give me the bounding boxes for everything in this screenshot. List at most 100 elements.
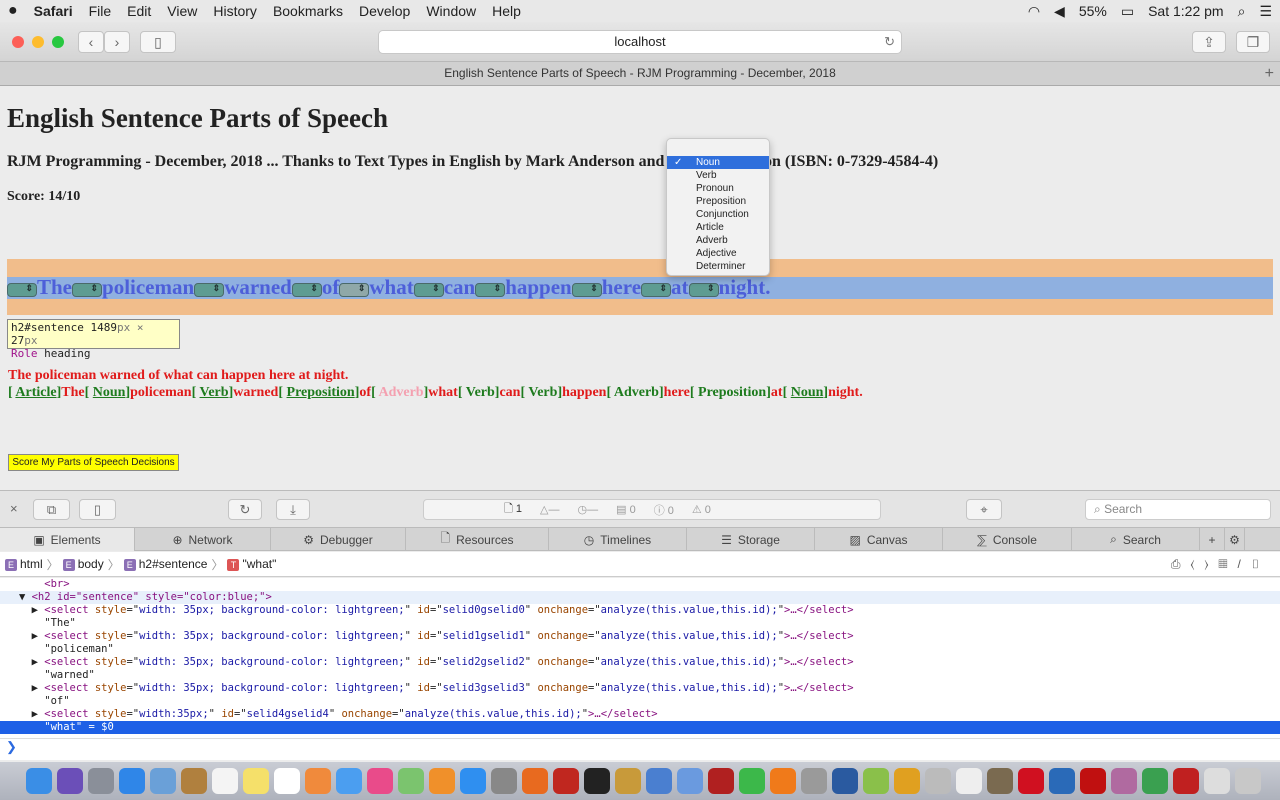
itunes-icon[interactable] <box>367 768 393 794</box>
dom-tree[interactable]: <br> ▼ <h2 id="sentence" style="color:bl… <box>0 578 1280 738</box>
word-select[interactable] <box>641 282 672 297</box>
siri-icon[interactable] <box>57 768 83 794</box>
add-tab-icon[interactable]: + <box>1200 528 1225 551</box>
firefox-icon[interactable] <box>522 768 548 794</box>
word-select[interactable] <box>194 282 225 297</box>
photobooth-icon[interactable] <box>708 768 734 794</box>
share-icon[interactable]: ⇪ <box>1192 31 1226 53</box>
word-select[interactable] <box>413 282 444 297</box>
dom-node[interactable]: "warned" <box>0 669 1280 682</box>
notification-center-icon[interactable]: ☰ <box>1259 3 1272 20</box>
volume-icon[interactable]: ◀ <box>1054 3 1065 20</box>
calendar-icon[interactable] <box>212 768 238 794</box>
word-select[interactable] <box>72 282 103 297</box>
tab-elements[interactable]: ▣ Elements <box>0 528 135 551</box>
dropdown-option[interactable]: Verb <box>667 169 769 182</box>
console-prompt[interactable]: ❯ <box>0 738 1280 760</box>
tab-title[interactable]: English Sentence Parts of Speech - RJM P… <box>444 66 836 80</box>
xcode-icon[interactable] <box>646 768 672 794</box>
new-tab-icon[interactable]: + <box>1265 62 1274 85</box>
tab-console[interactable]: ⅀ Console <box>943 528 1072 551</box>
breadcrumb-item[interactable]: Ehtml <box>5 557 43 571</box>
tabs-overview-icon[interactable]: ❐ <box>1236 31 1270 53</box>
wifi-icon[interactable]: ◠ <box>1028 3 1040 20</box>
close-devtools-icon[interactable]: × <box>10 501 18 516</box>
dom-node[interactable]: ▶ <select style="width:35px;" id="selid4… <box>0 708 1280 721</box>
geogebra-icon[interactable] <box>1111 768 1137 794</box>
word-select[interactable] <box>688 282 719 297</box>
dropdown-option[interactable]: Article <box>667 221 769 234</box>
dom-node[interactable]: <br> <box>0 578 1280 591</box>
acrobat-icon[interactable] <box>1080 768 1106 794</box>
battery-icon[interactable]: ▭ <box>1121 3 1134 20</box>
android-icon[interactable] <box>863 768 889 794</box>
dom-node[interactable]: ▼ <h2 id="sentence" style="color:blue;"> <box>0 591 1280 604</box>
close-window-button[interactable] <box>12 36 24 48</box>
battery-percent[interactable]: 55% <box>1079 3 1107 19</box>
ibooks-icon[interactable] <box>429 768 455 794</box>
devtools-search-input[interactable]: ⌕ Search <box>1085 499 1271 520</box>
reminders-icon[interactable] <box>274 768 300 794</box>
quicktime-icon[interactable] <box>832 768 858 794</box>
menu-file[interactable]: File <box>81 3 120 19</box>
prefs-icon[interactable] <box>491 768 517 794</box>
sidebar-icon[interactable]: ▯ <box>140 31 176 53</box>
gimp-icon[interactable] <box>987 768 1013 794</box>
dom-node[interactable]: "policeman" <box>0 643 1280 656</box>
dropdown-option[interactable]: Pronoun <box>667 182 769 195</box>
dropdown-option[interactable]: Conjunction <box>667 208 769 221</box>
avast-icon[interactable] <box>770 768 796 794</box>
messages-icon[interactable] <box>336 768 362 794</box>
breadcrumb-item[interactable]: T "what" <box>227 557 276 571</box>
part-of-speech-dropdown[interactable]: ✓ Noun Verb Pronoun Preposition Conjunction Ar… <box>666 138 770 276</box>
word-select[interactable] <box>7 282 37 297</box>
dom-node[interactable]: ▶ <select style="width: 35px; background… <box>0 682 1280 695</box>
vscode-icon[interactable] <box>1049 768 1075 794</box>
zoom-window-button[interactable] <box>52 36 64 48</box>
breadcrumb-item[interactable]: Eh2#sentence <box>123 557 207 571</box>
menu-develop[interactable]: Develop <box>351 3 418 19</box>
dropdown-option[interactable]: Adjective <box>667 247 769 260</box>
tab-canvas[interactable]: ▨ Canvas <box>815 528 943 551</box>
reload-icon[interactable]: ↻ <box>884 31 895 53</box>
dock-side-icon[interactable]: ▯ <box>79 499 116 520</box>
app-icon[interactable] <box>894 768 920 794</box>
detach-icon[interactable]: ⧉ <box>33 499 70 520</box>
address-bar[interactable]: localhost ↻ <box>378 30 902 54</box>
filezilla-icon[interactable] <box>553 768 579 794</box>
textwrangler-icon[interactable] <box>615 768 641 794</box>
menu-safari[interactable]: Safari <box>26 3 81 19</box>
doc-icon[interactable] <box>956 768 982 794</box>
notes-book-icon[interactable] <box>181 768 207 794</box>
terminal-icon[interactable] <box>584 768 610 794</box>
settings-icon[interactable]: ⚙ <box>1225 528 1245 551</box>
dom-node[interactable]: "The" <box>0 617 1280 630</box>
word-select[interactable] <box>339 282 370 297</box>
dropdown-option[interactable]: Determiner <box>667 260 769 273</box>
menu-view[interactable]: View <box>159 3 205 19</box>
maps-icon[interactable] <box>398 768 424 794</box>
mail-icon[interactable] <box>677 768 703 794</box>
stickies-icon[interactable] <box>243 768 269 794</box>
app3-icon[interactable] <box>1173 768 1199 794</box>
dashboard[interactable]: 🗋 1 △— ◷— ▤ 0 ⓘ 0 ⚠ 0 <box>423 499 881 520</box>
tab-resources[interactable]: 🗋 Resources <box>406 528 549 551</box>
tab-network[interactable]: ⊕ Network <box>135 528 271 551</box>
menu-history[interactable]: History <box>205 3 265 19</box>
app2-icon[interactable] <box>925 768 951 794</box>
dom-node[interactable]: ▶ <select style="width: 35px; background… <box>0 604 1280 617</box>
tab-debugger[interactable]: ⚙ Debugger <box>271 528 406 551</box>
dropdown-option[interactable]: Preposition <box>667 195 769 208</box>
menu-edit[interactable]: Edit <box>119 3 159 19</box>
tab-timelines[interactable]: ◷ Timelines <box>549 528 687 551</box>
preview-icon[interactable] <box>150 768 176 794</box>
inspect-element-icon[interactable]: ⌖ <box>966 499 1002 520</box>
chrome-icon[interactable] <box>1142 768 1168 794</box>
score-button[interactable]: Score My Parts of Speech Decisions <box>8 454 179 471</box>
menu-help[interactable]: Help <box>484 3 529 19</box>
tab-storage[interactable]: ☰ Storage <box>687 528 815 551</box>
breadcrumb-item[interactable]: Ebody <box>62 557 104 571</box>
spotlight-icon[interactable]: ⌕ <box>1238 3 1246 20</box>
word-select[interactable] <box>475 282 506 297</box>
back-button[interactable]: ‹ <box>78 31 104 53</box>
